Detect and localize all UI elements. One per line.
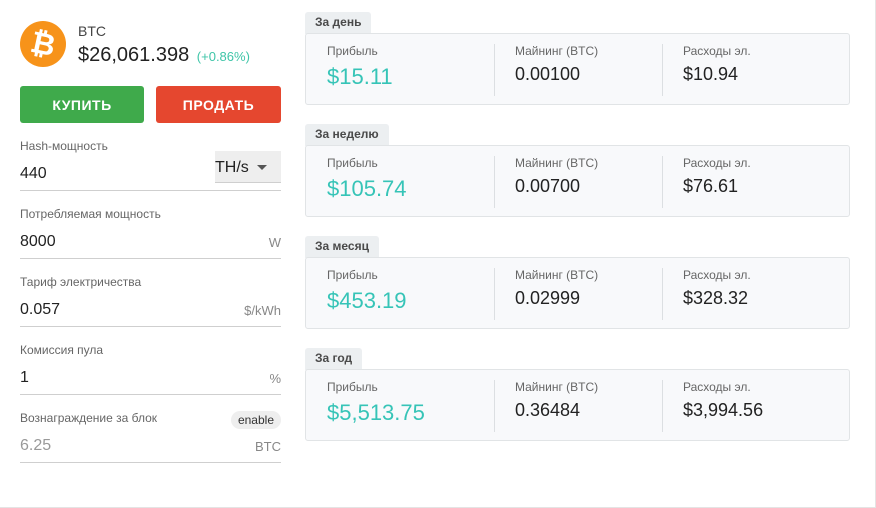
- chevron-down-icon: [257, 165, 267, 170]
- bitcoin-icon: ₿: [20, 21, 66, 67]
- profit-label: Прибыль: [327, 268, 378, 282]
- mining-label: Майнинг (BTC): [515, 380, 599, 394]
- cost-label: Расходы эл.: [683, 380, 751, 394]
- cost-value: $76.61: [683, 176, 739, 196]
- profit-label: Прибыль: [327, 156, 378, 170]
- cost-label: Расходы эл.: [683, 268, 751, 282]
- block-reward-input: 6.25: [20, 437, 52, 454]
- period-tab-month: За месяц: [305, 236, 379, 258]
- period-tab-day: За день: [305, 12, 372, 34]
- block-reward-enable-toggle[interactable]: enable: [230, 411, 281, 429]
- profit-label: Прибыль: [327, 380, 378, 394]
- mining-value: 0.36484: [515, 400, 581, 420]
- pool-fee-input[interactable]: 1: [20, 369, 29, 387]
- pool-fee-label: Комиссия пула: [20, 343, 104, 357]
- cost-value: $3,994.56: [683, 400, 764, 420]
- pool-fee-unit: %: [269, 371, 281, 386]
- power-label: Потребляемая мощность: [20, 207, 161, 221]
- power-input-row: 8000 W: [20, 228, 281, 259]
- block-reward-unit: BTC: [255, 439, 281, 454]
- hashrate-unit-select[interactable]: TH/s: [215, 151, 281, 183]
- result-card-year: Прибыль $5,513.75 Майнинг (BTC) 0.36484 …: [305, 369, 850, 441]
- column-divider: [662, 156, 663, 208]
- coin-price: $26,061.398 (+0.86%): [78, 44, 250, 67]
- column-divider: [494, 380, 495, 432]
- period-tab-week: За неделю: [305, 124, 389, 146]
- block-reward-field: Вознаграждение за блок enable 6.25 BTC: [20, 411, 281, 463]
- mining-label: Майнинг (BTC): [515, 156, 599, 170]
- result-card-month: Прибыль $453.19 Майнинг (BTC) 0.02999 Ра…: [305, 257, 850, 329]
- cost-label: Расходы эл.: [683, 44, 751, 58]
- hashrate-field: Hash-мощность 440 TH/s: [20, 139, 281, 191]
- power-field: Потребляемая мощность 8000 W: [20, 207, 281, 259]
- tariff-field: Тариф электричества 0.057 $/kWh: [20, 275, 281, 327]
- block-reward-input-row: 6.25 BTC: [20, 432, 281, 463]
- tariff-unit: $/kWh: [244, 303, 281, 318]
- hashrate-unit-value: TH/s: [215, 159, 249, 176]
- column-divider: [494, 156, 495, 208]
- column-divider: [662, 268, 663, 320]
- power-input[interactable]: 8000: [20, 233, 56, 251]
- result-card-day: Прибыль $15.11 Майнинг (BTC) 0.00100 Рас…: [305, 33, 850, 105]
- column-divider: [662, 380, 663, 432]
- result-card-week: Прибыль $105.74 Майнинг (BTC) 0.00700 Ра…: [305, 145, 850, 217]
- column-divider: [662, 44, 663, 96]
- cost-label: Расходы эл.: [683, 156, 751, 170]
- profit-value: $5,513.75: [327, 400, 425, 425]
- cost-value: $10.94: [683, 64, 739, 84]
- power-unit: W: [268, 235, 281, 250]
- cost-value: $328.32: [683, 288, 749, 308]
- coin-symbol: BTC: [78, 23, 106, 39]
- mining-value: 0.02999: [515, 288, 581, 308]
- profit-label: Прибыль: [327, 44, 378, 58]
- buy-button[interactable]: КУПИТЬ: [20, 86, 144, 123]
- coin-price-change: (+0.86%): [196, 49, 250, 64]
- pool-fee-field: Комиссия пула 1 %: [20, 343, 281, 395]
- mining-label: Майнинг (BTC): [515, 268, 599, 282]
- mining-value: 0.00100: [515, 64, 581, 84]
- period-tab-year: За год: [305, 348, 363, 370]
- tariff-label: Тариф электричества: [20, 275, 142, 289]
- profit-value: $105.74: [327, 176, 407, 201]
- column-divider: [494, 268, 495, 320]
- hashrate-input[interactable]: 440: [20, 165, 47, 183]
- tariff-input-row: 0.057 $/kWh: [20, 296, 281, 327]
- pool-fee-input-row: 1 %: [20, 364, 281, 395]
- svg-text:₿: ₿: [28, 26, 59, 63]
- hashrate-input-row: 440 TH/s: [20, 151, 281, 191]
- coin-price-value: $26,061.398: [78, 44, 190, 66]
- profit-value: $15.11: [327, 64, 393, 89]
- column-divider: [494, 44, 495, 96]
- sell-button[interactable]: ПРОДАТЬ: [156, 86, 281, 123]
- mining-label: Майнинг (BTC): [515, 44, 599, 58]
- mining-value: 0.00700: [515, 176, 581, 196]
- profit-value: $453.19: [327, 288, 407, 313]
- tariff-input[interactable]: 0.057: [20, 301, 60, 319]
